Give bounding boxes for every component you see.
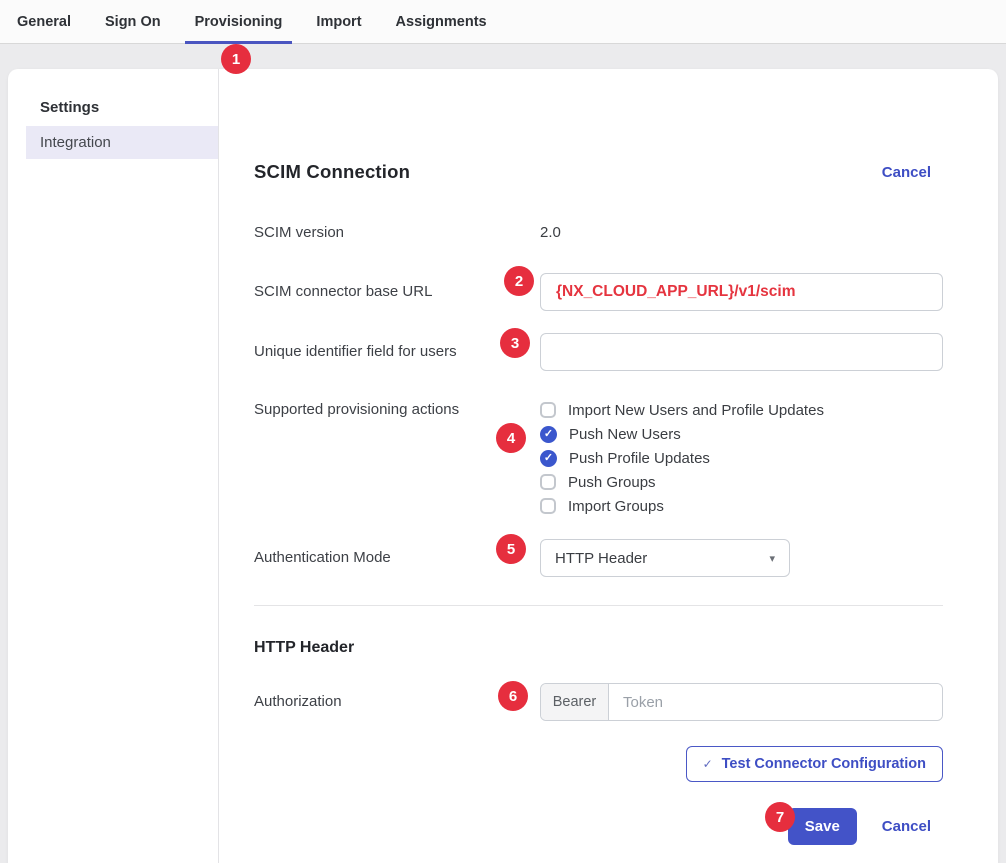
tab-bar: General Sign On Provisioning Import Assi… (0, 0, 1006, 44)
chevron-down-icon: ▾ (769, 552, 775, 565)
checkbox-row-push-new-users[interactable]: Push New Users (540, 422, 943, 446)
cancel-link-top[interactable]: Cancel (882, 164, 931, 181)
test-connector-button-label: Test Connector Configuration (722, 756, 926, 772)
checkbox-label: Import New Users and Profile Updates (568, 402, 824, 419)
step-badge-5: 5 (496, 534, 526, 564)
tab-general-label: General (17, 14, 71, 30)
step-badge-3: 3 (500, 328, 530, 358)
check-icon: ✓ (703, 757, 713, 771)
tab-provisioning[interactable]: Provisioning (178, 0, 300, 43)
checkbox-row-import-groups[interactable]: Import Groups (540, 494, 943, 518)
checkbox-icon[interactable] (540, 450, 557, 467)
tab-import[interactable]: Import (299, 0, 378, 43)
scim-connection-panel: SCIM Connection Cancel SCIM version 2.0 … (219, 69, 998, 863)
scim-connection-title: SCIM Connection (254, 161, 410, 183)
sidebar-heading: Settings (40, 99, 218, 116)
checkbox-row-push-profile-updates[interactable]: Push Profile Updates (540, 446, 943, 470)
provisioning-actions-row: Supported provisioning actions Import Ne… (254, 398, 943, 518)
authorization-row: Authorization Bearer (254, 683, 943, 721)
step-badge-6: 6 (498, 681, 528, 711)
panel-header: SCIM Connection Cancel (254, 161, 943, 183)
bearer-prefix: Bearer (541, 684, 609, 720)
base-url-input[interactable] (540, 273, 943, 311)
provisioning-actions-list: Import New Users and Profile Updates Pus… (540, 398, 943, 518)
unique-identifier-label: Unique identifier field for users (254, 340, 540, 364)
auth-mode-row: Authentication Mode HTTP Header ▾ (254, 539, 943, 577)
step-badge-7: 7 (765, 802, 795, 832)
provisioning-actions-label: Supported provisioning actions (254, 398, 540, 422)
base-url-label: SCIM connector base URL (254, 280, 540, 304)
token-input[interactable] (609, 684, 942, 720)
tab-general[interactable]: General (0, 0, 88, 43)
page: General Sign On Provisioning Import Assi… (0, 0, 1006, 863)
step-badge-2: 2 (504, 266, 534, 296)
form-footer: Save Cancel (254, 808, 943, 845)
test-connector-button[interactable]: ✓ Test Connector Configuration (686, 746, 943, 782)
tab-sign-on[interactable]: Sign On (88, 0, 178, 43)
step-badge-4: 4 (496, 423, 526, 453)
checkbox-label: Push Profile Updates (569, 450, 710, 467)
checkbox-row-import-new-users[interactable]: Import New Users and Profile Updates (540, 398, 943, 422)
scim-version-row: SCIM version 2.0 (254, 221, 943, 245)
scim-version-value: 2.0 (540, 224, 561, 241)
checkbox-label: Import Groups (568, 498, 664, 515)
step-badge-1: 1 (221, 44, 251, 74)
checkbox-icon[interactable] (540, 426, 557, 443)
section-divider (254, 605, 943, 606)
checkbox-icon[interactable] (540, 402, 556, 418)
tab-assignments[interactable]: Assignments (379, 0, 504, 43)
settings-sidebar: Settings Integration (8, 69, 219, 863)
tab-assignments-label: Assignments (396, 14, 487, 30)
base-url-row: SCIM connector base URL (254, 273, 943, 311)
tab-sign-on-label: Sign On (105, 14, 161, 30)
checkbox-row-push-groups[interactable]: Push Groups (540, 470, 943, 494)
checkbox-label: Push New Users (569, 426, 681, 443)
scim-version-label: SCIM version (254, 221, 540, 245)
auth-mode-select[interactable]: HTTP Header ▾ (540, 539, 790, 577)
tab-provisioning-label: Provisioning (195, 14, 283, 30)
auth-mode-selected-value: HTTP Header (555, 550, 647, 567)
checkbox-label: Push Groups (568, 474, 656, 491)
sidebar-item-integration[interactable]: Integration (26, 126, 218, 159)
checkbox-icon[interactable] (540, 498, 556, 514)
tab-import-label: Import (316, 14, 361, 30)
http-header-title: HTTP Header (254, 639, 943, 657)
sidebar-item-label: Integration (40, 134, 111, 151)
authorization-input-group: Bearer (540, 683, 943, 721)
unique-identifier-input[interactable] (540, 333, 943, 371)
test-connector-row: ✓ Test Connector Configuration (254, 746, 943, 782)
checkbox-icon[interactable] (540, 474, 556, 490)
cancel-link-bottom[interactable]: Cancel (882, 818, 931, 835)
save-button[interactable]: Save (788, 808, 857, 845)
settings-card: Settings Integration SCIM Connection Can… (8, 69, 998, 863)
unique-identifier-row: Unique identifier field for users (254, 333, 943, 371)
